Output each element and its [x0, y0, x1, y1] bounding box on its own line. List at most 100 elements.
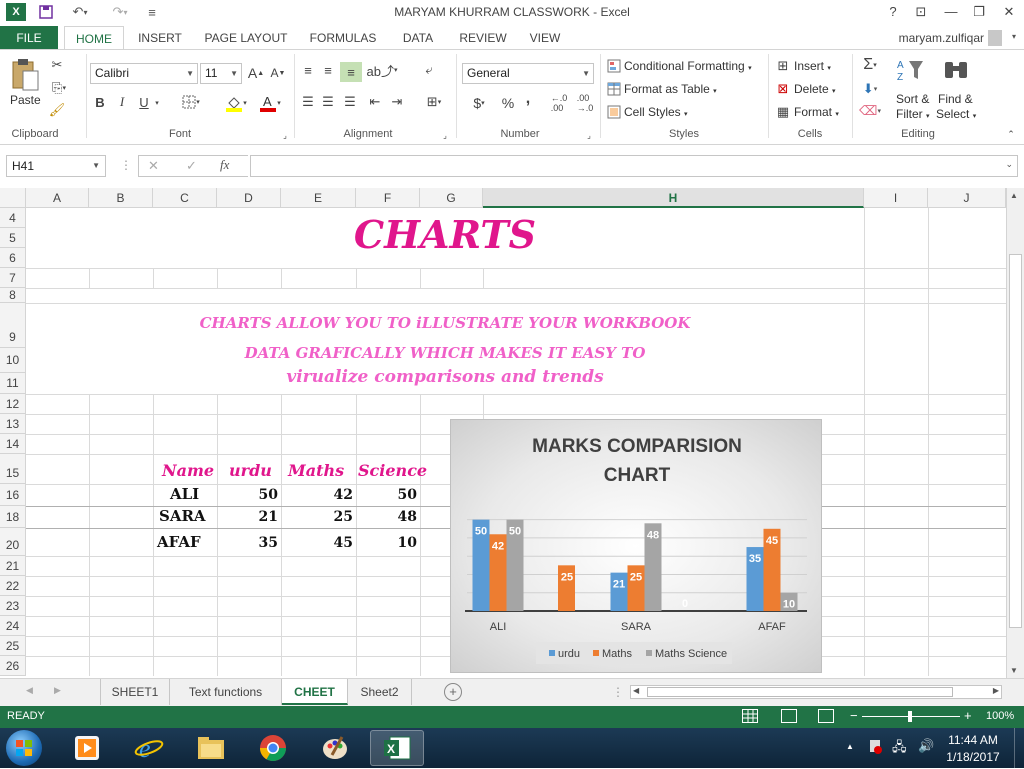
conditional-formatting-icon[interactable]: [606, 58, 622, 74]
tab-page-layout[interactable]: PAGE LAYOUT: [198, 26, 294, 50]
format-as-table-button[interactable]: Format as Table ▾: [624, 82, 717, 96]
percent-button[interactable]: %: [500, 94, 516, 112]
row-header[interactable]: 15: [0, 454, 26, 484]
table-cell-science[interactable]: 10: [359, 535, 417, 551]
paste-icon[interactable]: [8, 56, 42, 94]
italic-button[interactable]: I: [114, 93, 130, 111]
chrome-icon[interactable]: [246, 730, 300, 766]
find-select-label[interactable]: Find &: [938, 92, 973, 106]
clock-time[interactable]: 11:44 AM: [944, 733, 1002, 747]
table-cell-name[interactable]: AFAF: [157, 533, 201, 551]
maximize-button[interactable]: ❐: [966, 2, 992, 22]
font-name-combo[interactable]: Calibri ▼: [90, 63, 198, 84]
underline-dropdown-icon[interactable]: ▾: [152, 95, 162, 111]
table-cell-science[interactable]: 50: [359, 487, 417, 503]
page-break-view-icon[interactable]: [818, 709, 834, 723]
excel-taskbar-icon[interactable]: X: [370, 730, 424, 766]
format-cells-button[interactable]: Format ▾: [794, 105, 839, 119]
ribbon-display-button[interactable]: ⊡: [908, 2, 934, 22]
minimize-button[interactable]: —: [938, 2, 964, 22]
table-cell-urdu[interactable]: 50: [220, 487, 278, 503]
align-middle-icon[interactable]: ≡: [320, 62, 336, 78]
help-button[interactable]: ?: [880, 2, 906, 22]
next-sheet-icon[interactable]: ▶: [54, 685, 61, 696]
format-as-table-icon[interactable]: [606, 81, 622, 97]
currency-button[interactable]: $ ▾: [466, 94, 492, 112]
decrease-indent-icon[interactable]: ⇤: [366, 94, 384, 110]
show-desktop-button[interactable]: [1014, 728, 1024, 768]
enter-icon[interactable]: ✓: [186, 158, 197, 174]
format-painter-icon[interactable]: 🖌: [48, 101, 66, 119]
scroll-down-icon[interactable]: ▼: [1010, 666, 1018, 675]
tab-insert[interactable]: INSERT: [132, 26, 188, 50]
select-all-corner[interactable]: [0, 188, 26, 208]
merge-center-icon[interactable]: ⊞ ▾: [420, 94, 448, 110]
show-hidden-icons-icon[interactable]: ▲: [846, 742, 854, 751]
row-header[interactable]: 25: [0, 636, 26, 656]
row-header[interactable]: 13: [0, 414, 26, 434]
cell-styles-button[interactable]: Cell Styles ▾: [624, 105, 688, 119]
column-header-g[interactable]: G: [420, 188, 483, 208]
wrap-text-icon[interactable]: ⤶: [420, 62, 438, 78]
row-header[interactable]: 9: [0, 303, 26, 348]
conditional-formatting-button[interactable]: Conditional Formatting ▾: [624, 59, 752, 73]
format-cells-icon[interactable]: ▦: [774, 104, 792, 120]
align-bottom-icon[interactable]: ≡: [340, 62, 362, 82]
decrease-decimal-icon[interactable]: .00 →.0: [574, 93, 596, 113]
delete-cells-icon[interactable]: ⊠: [774, 81, 792, 97]
row-header[interactable]: 4: [0, 208, 26, 228]
close-button[interactable]: ✕: [996, 2, 1022, 22]
sort-filter-icon[interactable]: AZ: [894, 56, 928, 84]
zoom-level[interactable]: 100%: [986, 710, 1014, 722]
vertical-scrollbar[interactable]: ▲ ▼: [1006, 188, 1024, 678]
column-header-f[interactable]: F: [356, 188, 420, 208]
row-header[interactable]: 26: [0, 656, 26, 676]
font-size-combo[interactable]: 11 ▼: [200, 63, 242, 84]
normal-view-icon[interactable]: [742, 709, 758, 723]
table-cell-urdu[interactable]: 21: [220, 509, 278, 525]
scroll-right-icon[interactable]: ▶: [993, 686, 999, 695]
clock-date[interactable]: 1/18/2017: [944, 750, 1002, 764]
increase-font-icon[interactable]: A ▲: [248, 64, 264, 82]
insert-cells-button[interactable]: Insert ▾: [794, 59, 831, 73]
row-header[interactable]: 18: [0, 506, 26, 528]
sheet-tab-sheet1[interactable]: SHEET1: [100, 679, 170, 705]
column-header-d[interactable]: D: [217, 188, 281, 208]
table-cell-science[interactable]: 48: [359, 509, 417, 525]
sheet-tab-cheet[interactable]: CHEET: [282, 679, 348, 705]
row-header[interactable]: 23: [0, 596, 26, 616]
scroll-up-icon[interactable]: ▲: [1010, 191, 1018, 200]
bold-button[interactable]: B: [92, 93, 108, 111]
avatar[interactable]: [988, 30, 1002, 46]
table-cell-urdu[interactable]: 35: [220, 535, 278, 551]
tab-view[interactable]: VIEW: [522, 26, 568, 50]
row-header[interactable]: 22: [0, 576, 26, 596]
row-header[interactable]: 16: [0, 484, 26, 506]
paint-icon[interactable]: [308, 730, 362, 766]
font-dialog-launcher-icon[interactable]: ⌟: [280, 130, 290, 140]
table-cell-maths[interactable]: 25: [284, 509, 353, 525]
h-scroll-thumb[interactable]: [647, 687, 953, 697]
fill-icon[interactable]: ⬇ ▾: [858, 80, 882, 98]
row-header[interactable]: 5: [0, 228, 26, 248]
horizontal-scrollbar[interactable]: ◀ ▶: [630, 685, 1002, 699]
number-dialog-launcher-icon[interactable]: ⌟: [584, 130, 594, 140]
row-header[interactable]: 12: [0, 394, 26, 414]
prev-sheet-icon[interactable]: ◀: [26, 685, 33, 696]
internet-explorer-icon[interactable]: e: [122, 730, 176, 766]
user-account[interactable]: maryam.zulfiqar: [899, 31, 984, 45]
fill-color-icon[interactable]: ▾: [222, 93, 250, 113]
cell-styles-icon[interactable]: [606, 104, 622, 120]
formula-input[interactable]: ⌄: [250, 155, 1018, 177]
row-header[interactable]: 10: [0, 348, 26, 373]
column-header-c[interactable]: C: [153, 188, 217, 208]
align-center-icon[interactable]: ☰: [320, 94, 336, 110]
page-layout-view-icon[interactable]: [781, 709, 797, 723]
column-header-e[interactable]: E: [281, 188, 356, 208]
row-header[interactable]: 14: [0, 434, 26, 454]
delete-cells-button[interactable]: Delete ▾: [794, 82, 836, 96]
collapse-ribbon-icon[interactable]: ⌃: [1004, 128, 1018, 140]
font-color-icon[interactable]: A ▾: [256, 93, 284, 113]
row-header[interactable]: 20: [0, 528, 26, 556]
align-top-icon[interactable]: ≡: [300, 62, 316, 78]
